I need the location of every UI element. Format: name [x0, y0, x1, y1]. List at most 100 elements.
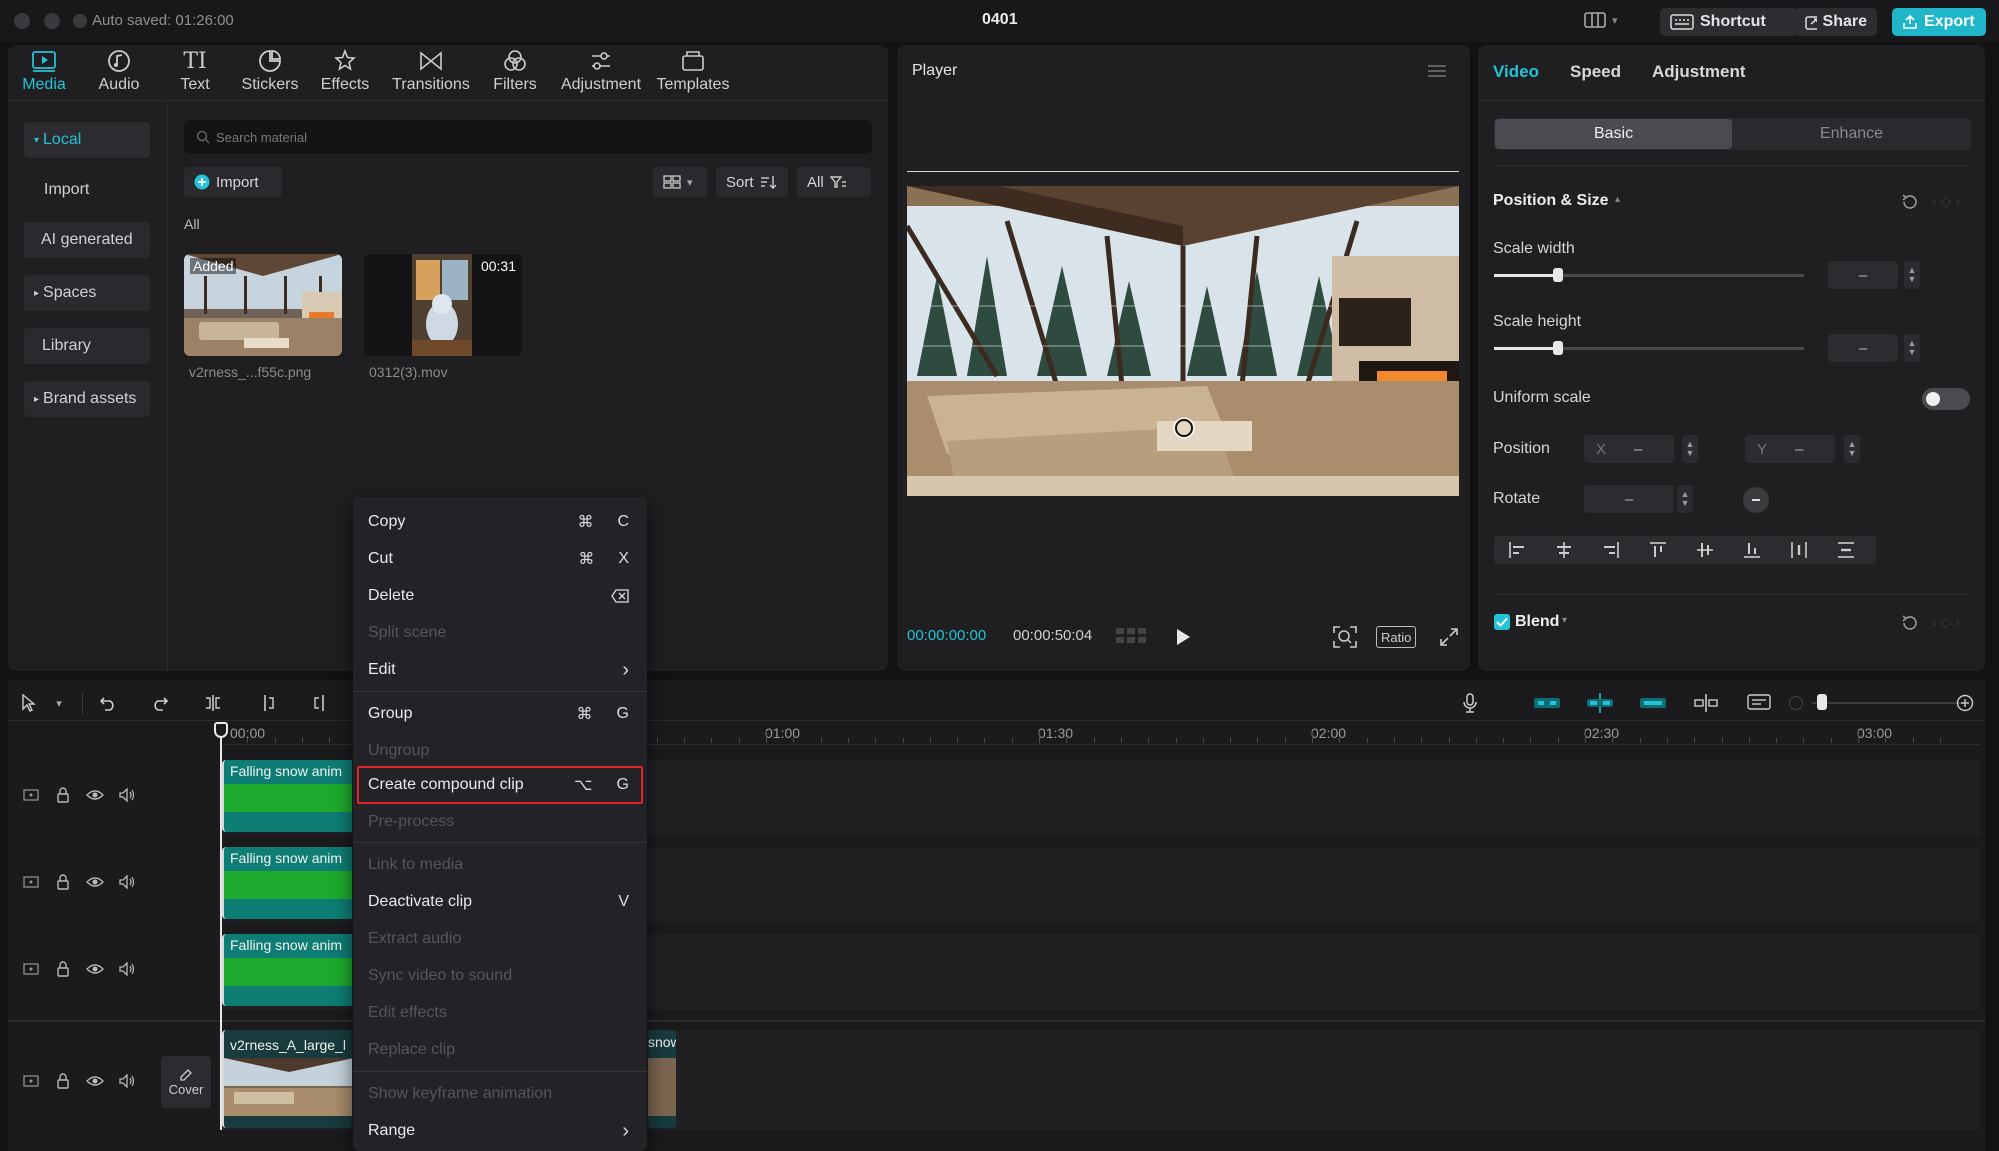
align-top-icon[interactable] [1649, 541, 1667, 559]
tab-adjustment-panel[interactable]: Adjustment [1652, 62, 1746, 82]
speaker-icon[interactable] [118, 1072, 136, 1090]
position-y-input[interactable]: Y – [1745, 435, 1835, 463]
distribute-h-icon[interactable] [1790, 541, 1808, 559]
eye-icon[interactable] [86, 1072, 104, 1090]
microphone-icon[interactable] [1457, 690, 1483, 716]
scale-width-stepper[interactable]: ▲ ▼ [1904, 261, 1920, 289]
cover-button[interactable]: Cover [161, 1056, 211, 1108]
share-button[interactable]: Share [1795, 8, 1877, 36]
tab-media[interactable]: Media [4, 48, 84, 94]
undo-icon[interactable] [95, 690, 121, 716]
scale-width-input[interactable]: – [1828, 261, 1898, 289]
zoom-in-icon[interactable] [1952, 690, 1978, 716]
preview-axis-icon[interactable] [1691, 690, 1721, 716]
align-center-h-icon[interactable] [1555, 541, 1573, 559]
lock-icon[interactable] [54, 873, 72, 891]
uniform-scale-toggle[interactable] [1922, 388, 1970, 410]
eye-icon[interactable] [86, 786, 104, 804]
tab-speed[interactable]: Speed [1570, 62, 1621, 82]
zoom-handle[interactable] [1817, 694, 1827, 710]
sidebar-item-ai-generated[interactable]: AI generated [24, 222, 150, 258]
position-x-input[interactable]: X – [1584, 435, 1674, 463]
chevron-up-icon[interactable]: ▴ [1615, 194, 1620, 205]
tab-effects[interactable]: Effects [305, 48, 385, 94]
layout-toggle[interactable]: ▾ [1584, 12, 1618, 28]
scale-height-stepper[interactable]: ▲ ▼ [1904, 334, 1920, 362]
shortcut-button[interactable]: Shortcut [1660, 8, 1798, 36]
media-item-image[interactable]: Added [184, 254, 342, 356]
reset-icon[interactable] [1900, 614, 1918, 632]
filter-button[interactable]: All [797, 167, 871, 197]
lock-icon[interactable] [54, 786, 72, 804]
timeline-clip-main-tail[interactable]: snow [648, 1030, 676, 1128]
menu-item-range[interactable]: Range › [368, 1114, 629, 1148]
ratio-button[interactable]: Ratio [1376, 626, 1417, 648]
window-close-dot[interactable] [14, 13, 30, 29]
menu-item-edit[interactable]: Edit › [368, 653, 629, 687]
speaker-icon[interactable] [118, 786, 136, 804]
position-x-stepper[interactable]: ▲ ▼ [1682, 435, 1698, 463]
tab-transitions[interactable]: Transitions [391, 48, 471, 94]
linkage-icon[interactable] [1638, 690, 1668, 716]
menu-item-create-compound-clip[interactable]: Create compound clip ⌥ G [368, 768, 629, 802]
trim-right-icon[interactable] [307, 690, 333, 716]
rotate-dial[interactable] [1743, 487, 1769, 513]
align-right-icon[interactable] [1602, 541, 1620, 559]
timeline-clip-sticker[interactable]: Falling snow anim [222, 934, 352, 1006]
search-input[interactable]: Search material [184, 120, 872, 154]
scale-width-handle[interactable] [1553, 268, 1563, 282]
align-bottom-icon[interactable] [1743, 541, 1761, 559]
playhead-handle[interactable] [214, 722, 228, 738]
menu-item-cut[interactable]: Cut ⌘ X [368, 542, 629, 576]
scale-height-input[interactable]: – [1828, 334, 1898, 362]
export-button[interactable]: Export [1892, 8, 1986, 36]
menu-item-copy[interactable]: Copy ⌘ C [368, 505, 629, 539]
menu-item-group[interactable]: Group ⌘ G [368, 697, 629, 731]
tab-text[interactable]: TI Text [155, 48, 235, 94]
position-y-stepper[interactable]: ▲ ▼ [1844, 435, 1860, 463]
sidebar-item-library[interactable]: Library [24, 328, 150, 364]
track-thumbnail-icon[interactable] [22, 786, 40, 804]
sidebar-item-brand-assets[interactable]: ▸ Brand assets [24, 381, 150, 417]
main-track-magnet-icon[interactable] [1532, 690, 1562, 716]
menu-item-deactivate-clip[interactable]: Deactivate clip V [368, 885, 629, 919]
fullscreen-icon[interactable] [1439, 627, 1459, 647]
zoom-slider[interactable] [1812, 702, 1964, 704]
chevron-down-icon[interactable]: ▾ [1562, 615, 1567, 626]
window-minimize-dot[interactable] [44, 13, 60, 29]
play-icon[interactable] [1175, 628, 1191, 646]
caption-icon[interactable] [1744, 690, 1774, 716]
tab-adjustment[interactable]: Adjustment [560, 48, 642, 94]
tab-templates[interactable]: Templates [653, 48, 733, 94]
tab-stickers[interactable]: Stickers [230, 48, 310, 94]
lock-icon[interactable] [54, 1072, 72, 1090]
eye-icon[interactable] [86, 873, 104, 891]
fit-screen-icon[interactable] [1333, 626, 1357, 648]
player-menu-icon[interactable] [1428, 64, 1446, 78]
sidebar-item-import[interactable]: Import [24, 172, 150, 208]
track-thumbnail-icon[interactable] [22, 873, 40, 891]
preview-canvas[interactable] [907, 186, 1459, 496]
sort-button[interactable]: Sort [716, 167, 788, 197]
track-thumbnail-icon[interactable] [22, 960, 40, 978]
select-tool-icon[interactable] [16, 690, 42, 716]
scale-height-handle[interactable] [1553, 341, 1563, 355]
redo-icon[interactable] [147, 690, 173, 716]
timeline-clip-sticker[interactable]: Falling snow anim [222, 847, 352, 919]
reset-icon[interactable] [1900, 193, 1918, 211]
timeline-clip-main[interactable]: v2rness_A_large_l [222, 1030, 352, 1128]
timeline-clip-sticker[interactable]: Falling snow anim [222, 760, 352, 832]
rotate-stepper[interactable]: ▲ ▼ [1677, 485, 1693, 513]
track-thumbnail-icon[interactable] [22, 1072, 40, 1090]
view-mode-toggle[interactable]: ▾ [653, 167, 707, 197]
tab-video[interactable]: Video [1493, 62, 1539, 82]
auto-snap-icon[interactable] [1585, 690, 1615, 716]
speaker-icon[interactable] [118, 960, 136, 978]
import-button[interactable]: Import [184, 167, 282, 197]
distribute-v-icon[interactable] [1837, 541, 1855, 559]
speaker-icon[interactable] [118, 873, 136, 891]
media-item-video[interactable]: 00:31 [364, 254, 522, 356]
sidebar-item-local[interactable]: ▾ Local [24, 122, 150, 158]
trim-left-icon[interactable] [255, 690, 281, 716]
align-middle-icon[interactable] [1696, 541, 1714, 559]
